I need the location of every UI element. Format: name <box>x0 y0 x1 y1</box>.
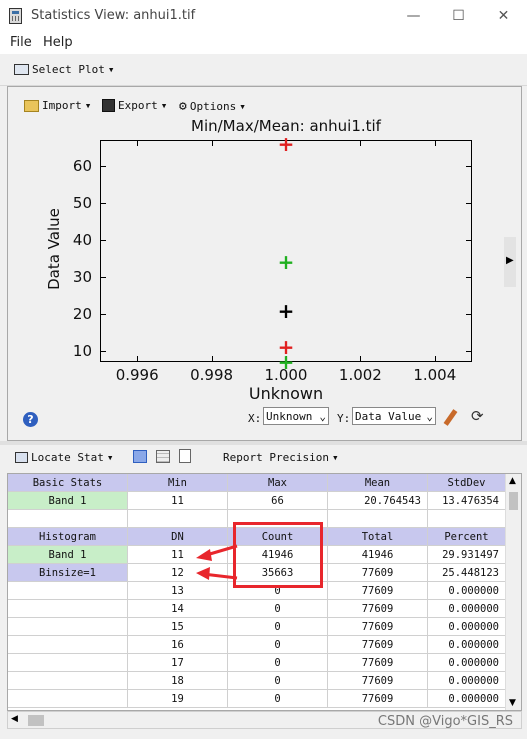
watermark: CSDN @Vigo*GIS_RS <box>377 714 513 729</box>
data-point-marker: + <box>277 250 295 275</box>
arrow-head-1 <box>196 549 212 561</box>
x-tick-mark <box>137 356 139 362</box>
x-tick-mark <box>434 140 436 146</box>
x-tick-mark <box>211 140 213 146</box>
y-tick-mark <box>100 202 106 204</box>
y-tick-mark <box>100 350 106 352</box>
data-point-marker: + <box>277 350 295 374</box>
y-tick-mark <box>466 313 472 315</box>
y-tick-mark <box>100 165 106 167</box>
y-tick-mark <box>466 239 472 241</box>
x-tick-mark <box>137 140 139 146</box>
x-tick-mark <box>211 356 213 362</box>
x-tick-mark <box>360 356 362 362</box>
x-tick-mark <box>360 140 362 146</box>
statistics-window: Statistics View: anhui1.tif — ☐ ✕ File H… <box>0 0 527 739</box>
arrow-head-2 <box>196 567 210 580</box>
y-tick-mark <box>466 165 472 167</box>
data-point-marker: + <box>277 131 295 156</box>
y-tick-mark <box>466 276 472 278</box>
y-tick-mark <box>100 276 106 278</box>
data-point-marker: + <box>277 299 295 324</box>
x-tick-mark <box>434 356 436 362</box>
annotation-arrows <box>196 544 238 580</box>
y-tick-mark <box>100 313 106 315</box>
y-tick-mark <box>100 239 106 241</box>
y-tick-mark <box>466 202 472 204</box>
y-tick-mark <box>466 350 472 352</box>
